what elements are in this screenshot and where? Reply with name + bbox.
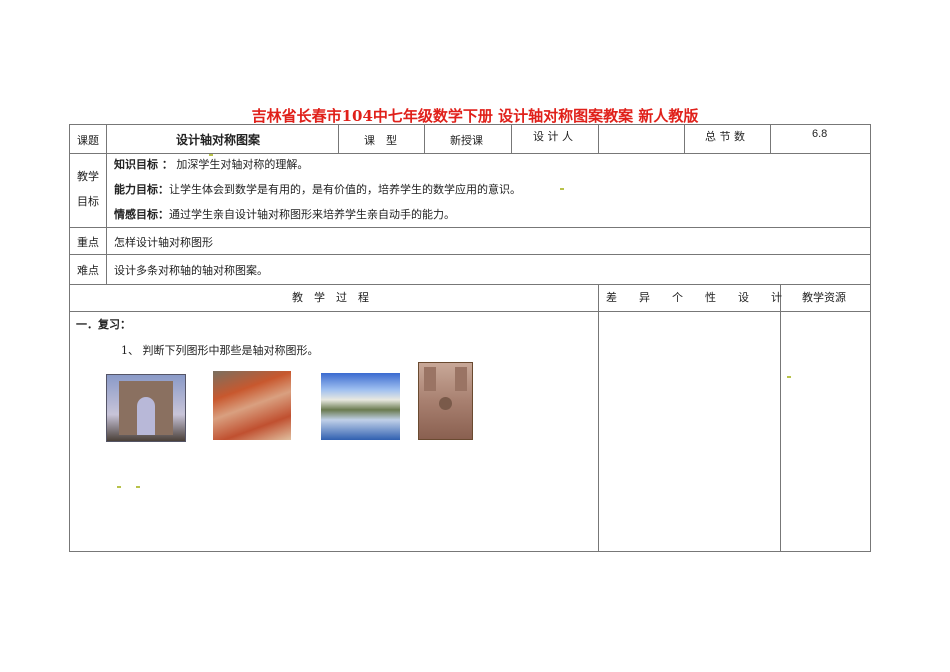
annotation-mark — [560, 188, 564, 190]
process-header: 教 学 过 程 — [292, 291, 369, 304]
topic-value: 设计轴对称图案 — [176, 133, 261, 147]
key-label: 重点 — [77, 236, 99, 249]
potala-palace-image — [321, 373, 400, 440]
objectives-label-2: 目标 — [77, 195, 99, 208]
document-title: 吉林省长春市104中七年级数学下册 设计轴对称图案教案 新人教版 — [251, 107, 699, 125]
objective-knowledge: 知识目标 ： 加深学生对轴对称的理解。 — [114, 158, 309, 171]
resources-header: 教学资源 — [802, 291, 846, 304]
sessions-value: 6.8 — [812, 128, 828, 140]
differentiation-header: 差 异 个 性 设 计 — [606, 291, 782, 304]
annotation-mark — [787, 376, 791, 378]
topic-label: 课题 — [77, 134, 99, 147]
arc-de-triomphe-image — [106, 374, 186, 442]
type-label: 课 型 — [364, 134, 397, 147]
document-page: 吉林省长春市104中七年级数学下册 设计轴对称图案教案 新人教版 课题 设计轴对… — [0, 0, 950, 672]
difficulty-label: 难点 — [77, 264, 99, 277]
annotation-mark — [136, 486, 140, 488]
question-1: 1、 判断下列图形中那些是轴对称图形。 — [121, 344, 319, 357]
section-review: 一．复习： — [76, 318, 131, 331]
sessions-label: 总 节 数 — [705, 130, 745, 143]
designer-label: 设 计 人 — [533, 130, 573, 143]
objective-ability: 能力目标：让学生体会到数学是有用的，是有价值的，培养学生的数学应用的意识。 — [114, 183, 521, 196]
objective-emotion: 情感目标：通过学生亲自设计轴对称图形来培养学生亲自动手的能力。 — [114, 208, 455, 221]
annotation-mark — [117, 486, 121, 488]
key-text: 怎样设计轴对称图形 — [114, 236, 213, 249]
notre-dame-image — [418, 362, 473, 440]
forbidden-city-image — [213, 371, 291, 440]
annotation-mark — [209, 154, 213, 156]
type-value: 新授课 — [450, 134, 483, 147]
objectives-label-1: 教学 — [77, 170, 99, 183]
difficulty-text: 设计多条对称轴的轴对称图案。 — [114, 264, 268, 277]
